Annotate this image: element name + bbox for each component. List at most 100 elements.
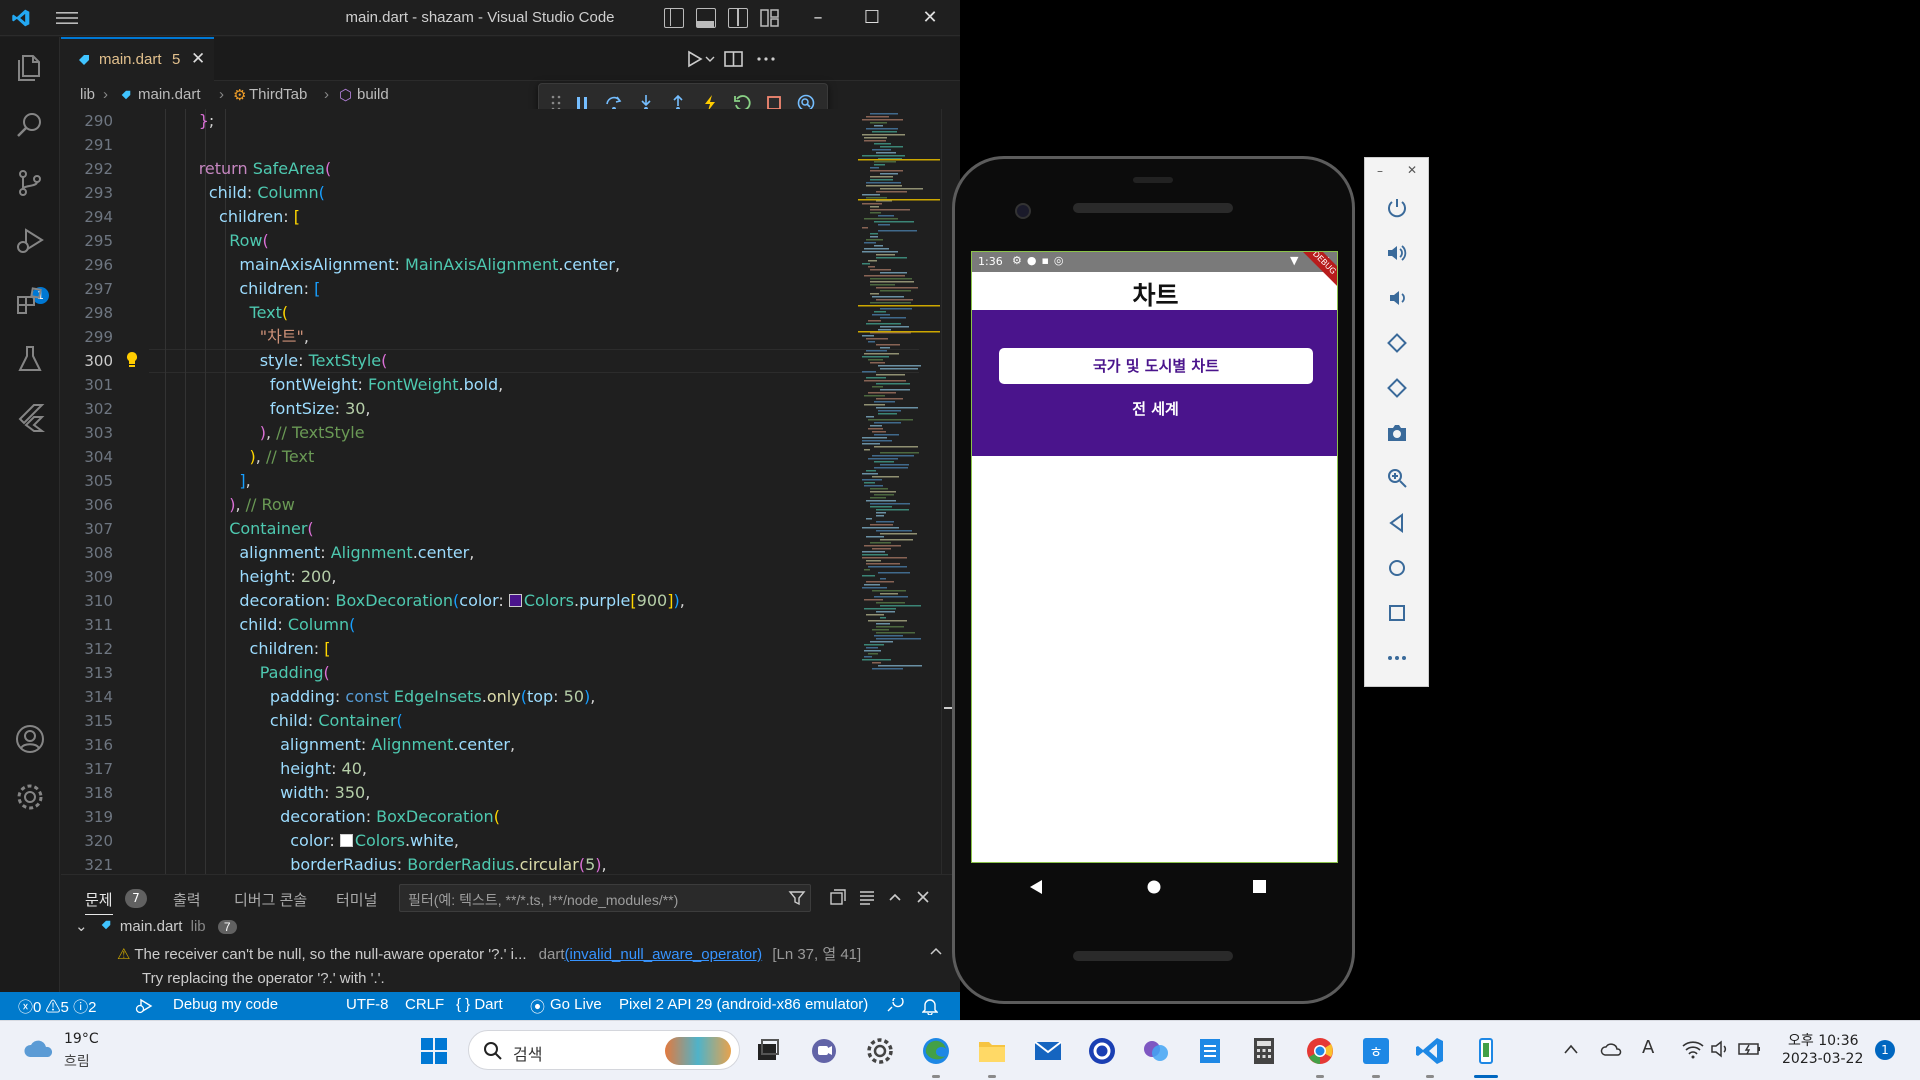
view-as-list-icon[interactable] (857, 887, 877, 907)
settings-gear-icon[interactable] (14, 781, 46, 813)
vscode-taskbar-icon[interactable] (1414, 1035, 1446, 1067)
breadcrumb-build[interactable]: build (357, 86, 389, 103)
nav-recents-icon[interactable] (1253, 880, 1267, 894)
emulator-close-button[interactable]: ✕ (1407, 163, 1417, 177)
debug-config-icon[interactable] (135, 998, 153, 1014)
rotate-right-icon[interactable] (1385, 376, 1409, 400)
ime-language-icon[interactable]: A (1642, 1037, 1654, 1058)
edge-browser-icon[interactable] (920, 1035, 952, 1067)
onedrive-cloud-icon[interactable] (1600, 1039, 1624, 1059)
tab-problems[interactable]: 문제 (85, 889, 113, 915)
breadcrumb-thirdtab[interactable]: ThirdTab (249, 86, 307, 103)
task-view-icon[interactable] (752, 1035, 784, 1067)
source-control-icon[interactable] (14, 167, 46, 199)
korean-app-icon[interactable]: ㅎ (1360, 1035, 1392, 1067)
copilot-app-icon[interactable] (1140, 1035, 1172, 1067)
android-emulator-taskbar-icon[interactable] (1470, 1035, 1502, 1067)
app-c-icon[interactable] (1086, 1035, 1118, 1067)
toggle-sidebar-icon[interactable] (664, 8, 684, 28)
world-label[interactable]: 전 세계 (972, 398, 1337, 419)
toggle-panel-icon[interactable] (696, 8, 716, 28)
country-city-chart-button[interactable]: 국가 및 도시별 차트 (999, 348, 1313, 384)
more-actions-icon[interactable] (755, 47, 777, 71)
cloud-weather-icon[interactable] (22, 1037, 56, 1061)
search-icon[interactable] (14, 109, 46, 141)
status-language[interactable]: { } Dart (456, 996, 503, 1013)
problem-row[interactable]: ⚠ The receiver can't be null, so the nul… (117, 943, 861, 964)
close-window-button[interactable]: ✕ (910, 4, 950, 32)
status-device[interactable]: Pixel 2 API 29 (android-x86 emulator) (619, 996, 868, 1013)
collapse-all-icon[interactable] (828, 887, 848, 907)
overview-icon[interactable] (1385, 601, 1409, 625)
maximize-button[interactable]: ☐ (852, 4, 892, 32)
rotate-left-icon[interactable] (1385, 331, 1409, 355)
minimize-button[interactable]: – (798, 4, 838, 32)
tab-output[interactable]: 출력 (173, 889, 201, 910)
nav-home-icon[interactable] (1147, 880, 1161, 894)
tab-terminal[interactable]: 터미널 (336, 889, 377, 910)
status-go-live[interactable]: Go Live (550, 996, 602, 1013)
testing-icon[interactable] (14, 343, 46, 375)
status-debug-config[interactable]: Debug my code (173, 996, 278, 1013)
accounts-icon[interactable] (14, 723, 46, 755)
minimap-line (870, 206, 879, 208)
status-encoding[interactable]: UTF-8 (346, 996, 389, 1013)
breadcrumb-lib[interactable]: lib (80, 86, 95, 103)
problem-code-link[interactable]: (invalid_null_aware_operator) (565, 946, 763, 963)
minimap[interactable] (858, 109, 940, 874)
emulator-minimize-button[interactable]: – (1377, 164, 1383, 178)
tab-main-dart[interactable]: main.dart 5 ✕ (61, 37, 214, 81)
filter-icon[interactable] (788, 889, 806, 907)
zoom-icon[interactable] (1385, 466, 1409, 490)
back-icon[interactable] (1385, 511, 1409, 535)
taskbar-clock-date[interactable]: 2023-03-22 (1782, 1051, 1863, 1067)
home-icon[interactable] (1385, 556, 1409, 580)
nav-back-icon[interactable] (1029, 879, 1043, 895)
color-swatch-white[interactable] (339, 834, 353, 847)
notepad-icon[interactable] (1194, 1035, 1226, 1067)
status-problems[interactable]: ⓧ0 ⚠5 ⓘ2 (18, 996, 96, 1017)
windows-start-icon[interactable] (418, 1035, 450, 1067)
problems-filter-input[interactable]: 필터(예: 텍스트, **/*.ts, !**/node_modules/**) (399, 884, 811, 912)
problem-file-group[interactable]: ⌄ main.dart lib 7 (75, 917, 237, 935)
close-panel-icon[interactable] (913, 887, 933, 907)
settings-icon[interactable] (864, 1035, 896, 1067)
power-icon[interactable] (1385, 196, 1409, 220)
customize-layout-icon[interactable] (760, 8, 780, 28)
chrome-browser-icon[interactable] (1304, 1035, 1336, 1067)
file-explorer-icon[interactable] (976, 1035, 1008, 1067)
chevron-up-icon[interactable] (929, 945, 943, 959)
run-debug-icon[interactable] (14, 225, 46, 257)
toggle-secondary-sidebar-icon[interactable] (728, 8, 748, 28)
notification-count-badge[interactable]: 1 (1875, 1040, 1895, 1060)
code-editor[interactable]: 290 291 292 293 294 295 296 297 298 299 300 301 302 3… (61, 109, 960, 874)
screenshot-camera-icon[interactable] (1385, 421, 1409, 445)
teams-chat-icon[interactable] (808, 1035, 840, 1067)
notifications-bell-icon[interactable] (922, 997, 938, 1015)
tab-close-icon[interactable]: ✕ (191, 49, 205, 69)
extensions-icon[interactable] (14, 285, 46, 317)
breadcrumb-main-dart[interactable]: main.dart (138, 86, 201, 103)
run-file-icon[interactable] (685, 47, 715, 71)
maximize-panel-icon[interactable] (885, 887, 905, 907)
volume-up-icon[interactable] (1385, 241, 1409, 265)
calculator-icon[interactable] (1248, 1035, 1280, 1067)
color-swatch-purple[interactable] (508, 594, 522, 607)
mail-icon[interactable] (1032, 1035, 1064, 1067)
lightbulb-icon[interactable] (125, 351, 139, 369)
tab-debug-console[interactable]: 디버그 콘솔 (234, 889, 307, 910)
taskbar-clock-time[interactable]: 오후 10:36 (1788, 1030, 1859, 1050)
taskbar-search-box[interactable]: 검색 (468, 1030, 740, 1070)
speaker-volume-icon[interactable] (1710, 1039, 1730, 1059)
split-editor-icon[interactable] (723, 47, 745, 71)
battery-charging-icon[interactable] (1738, 1041, 1762, 1057)
device-screen[interactable]: 1:36 ⚙●▪◎ ▼ ▮ DEBUG 차트 국가 및 도시별 차트 전 세계 (971, 251, 1338, 863)
explorer-icon[interactable] (14, 51, 46, 83)
feedback-icon[interactable] (886, 998, 904, 1014)
volume-down-icon[interactable] (1385, 286, 1409, 310)
chevron-up-icon[interactable] (1563, 1043, 1579, 1055)
flutter-icon[interactable] (14, 401, 46, 433)
wifi-icon[interactable] (1682, 1039, 1704, 1059)
status-eol[interactable]: CRLF (405, 996, 444, 1013)
more-options-icon[interactable] (1385, 646, 1409, 670)
